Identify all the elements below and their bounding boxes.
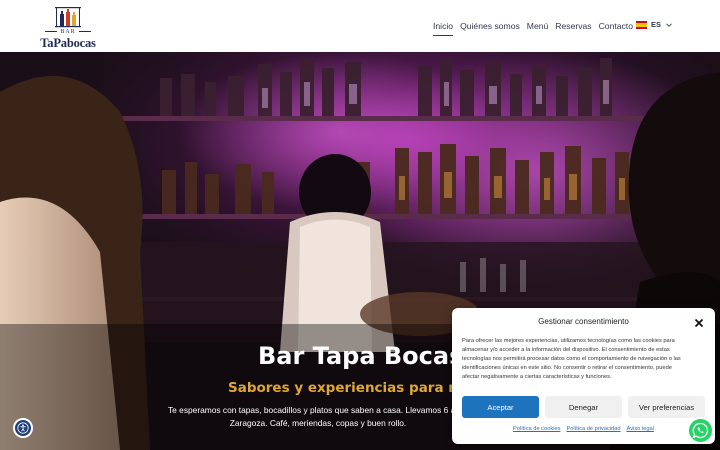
close-icon[interactable]: [693, 317, 705, 329]
chevron-down-icon: [666, 22, 672, 27]
site-header: BAR TaPabocas Inicio Quiénes somos Menú …: [0, 0, 720, 52]
cookie-policy-link[interactable]: Política de cookies: [513, 426, 560, 432]
legal-notice-link[interactable]: Aviso legal: [627, 426, 654, 432]
whatsapp-icon: [692, 422, 709, 439]
nav-contacto[interactable]: Contacto: [599, 20, 633, 34]
nav-reservas[interactable]: Reservas: [555, 20, 591, 34]
preferences-button[interactable]: Ver preferencias: [628, 396, 705, 418]
consent-body-line: almacenar y/o acceder a la información d…: [462, 347, 670, 354]
consent-title: Gestionar consentimiento: [538, 317, 629, 326]
consent-links: Política de cookies Política de privacid…: [452, 426, 715, 432]
cookie-consent-dialog: Gestionar consentimiento Para ofrecer la…: [452, 308, 715, 444]
logo[interactable]: BAR TaPabocas: [36, 5, 100, 50]
accept-button[interactable]: Aceptar: [462, 396, 539, 418]
spain-flag-icon: [636, 20, 647, 29]
language-selector[interactable]: ES: [636, 20, 673, 29]
consent-body-line: identificaciones únicas en este sitio. N…: [462, 365, 672, 372]
privacy-policy-link[interactable]: Política de privacidad: [566, 426, 620, 432]
deny-button[interactable]: Denegar: [545, 396, 622, 418]
bottles-logo-icon: [55, 7, 81, 28]
language-code: ES: [651, 20, 662, 29]
main-nav: Inicio Quiénes somos Menú Reservas Conta…: [433, 20, 633, 36]
accessibility-button[interactable]: [13, 418, 33, 438]
logo-name: TaPabocas: [40, 36, 96, 50]
hero-subtitle: Sabores y experiencias para no o: [228, 380, 482, 396]
nav-quienes-somos[interactable]: Quiénes somos: [460, 20, 520, 34]
consent-body-line: tecnologías nos permitirá procesar datos…: [462, 356, 681, 363]
whatsapp-button[interactable]: [687, 417, 714, 444]
hero-description: Te esperamos con tapas, bocadillos y pla…: [168, 404, 469, 430]
accessibility-icon: [17, 422, 29, 434]
hero-description-line-2: Zaragoza. Café, meriendas, copas y buen …: [229, 418, 407, 428]
consent-body: Para ofrecer las mejores experiencias, u…: [462, 337, 708, 382]
hero-description-line-1: Te esperamos con tapas, bocadillos y pla…: [168, 405, 469, 415]
logo-small-text: BAR: [36, 29, 100, 35]
consent-body-line: Para ofrecer las mejores experiencias, u…: [462, 338, 675, 344]
nav-menu[interactable]: Menú: [527, 20, 549, 34]
nav-inicio[interactable]: Inicio: [433, 20, 454, 36]
consent-body-line: afectar negativamente a ciertas caracter…: [462, 374, 612, 381]
